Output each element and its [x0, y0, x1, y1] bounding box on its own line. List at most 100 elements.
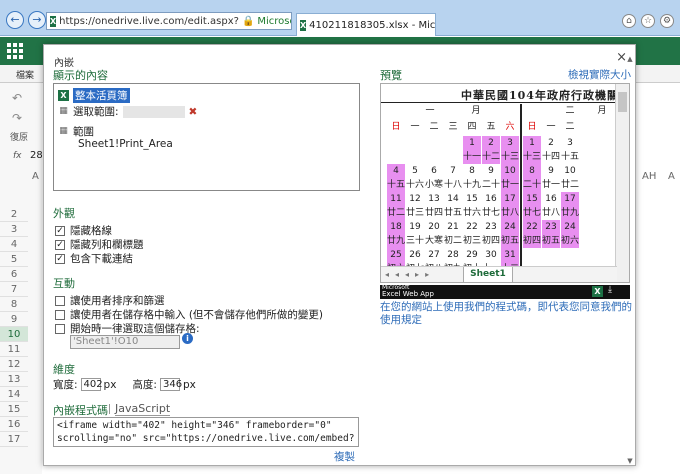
range-icon: ▦ — [59, 106, 68, 116]
calendar-preview: 中華民國104年政府行政機關 一月二月日一二三四五六日一二 1 2 3 十一 十二 十三 4 5… — [381, 84, 617, 266]
row-header[interactable]: 6 — [0, 267, 28, 282]
type-in-cells-checkbox[interactable]: 讓使用者在儲存格中輸入 (但不會儲存他們所做的變更) — [55, 307, 323, 322]
hide-gridlines-checkbox[interactable]: ✓ 隱藏格線 — [55, 223, 112, 238]
checkbox-box[interactable]: ✓ — [55, 225, 65, 236]
row-header[interactable]: 17 — [0, 432, 28, 447]
row-header[interactable]: 14 — [0, 387, 28, 402]
checkbox-box[interactable] — [55, 295, 65, 306]
calendar-day-cell — [561, 248, 579, 262]
gear-icon[interactable]: ⚙ — [660, 14, 674, 28]
calendar-day-cell: 廿七 — [482, 208, 501, 218]
content-listbox[interactable]: X 整本活頁簿 ▦ 選取範圍: ✖ ▦ 範圍 Sheet1!Print_Area — [53, 83, 360, 191]
calendar-day-cell: 8 — [523, 164, 541, 178]
list-item-selection[interactable]: ▦ 選取範圍: ✖ — [58, 104, 197, 119]
scroll-up-icon[interactable]: ▲ — [624, 55, 636, 63]
terms-text[interactable]: 在您的網站上使用我們的程式碼，即代表您同意我們的使用規定 — [380, 301, 632, 327]
calendar-weekday: 二 — [565, 122, 575, 132]
calendar-day-cell: 2 — [548, 138, 554, 148]
file-tab[interactable]: 檔案 — [16, 68, 34, 81]
calendar-day-cell: 十二 — [482, 150, 501, 164]
sort-filter-checkbox[interactable]: 讓使用者排序和篩選 — [55, 293, 165, 308]
checkbox-box[interactable] — [55, 323, 65, 334]
calendar-day-cell: 4 — [387, 164, 405, 178]
calendar-day-cell: 1 — [463, 136, 481, 150]
interaction-heading: 互動 — [53, 277, 75, 290]
calendar-day-cell: 初二 — [444, 236, 463, 246]
embed-dialog: 內嵌 × 顯示的內容 X 整本活頁簿 ▦ 選取範圍: ✖ ▦ 範圍 Sheet1… — [43, 44, 636, 466]
undo-icon[interactable]: ↶ — [12, 91, 22, 105]
row-header[interactable]: 9 — [0, 312, 28, 327]
back-arrow-icon: ← — [10, 13, 20, 26]
calendar-day-cell: 廿八 — [501, 206, 520, 220]
row-header[interactable]: 12 — [0, 357, 28, 372]
row-header[interactable]: 3 — [0, 222, 28, 237]
embed-code-tab[interactable]: 內嵌程式碼 — [53, 402, 108, 418]
forward-button[interactable]: → — [28, 11, 46, 29]
view-actual-size-link[interactable]: 檢視實際大小 — [568, 67, 631, 82]
dimensions-heading: 維度 — [53, 363, 75, 376]
calendar-day-cell: 十八 — [444, 180, 463, 190]
home-icon[interactable]: ⌂ — [622, 14, 636, 28]
lock-icon: 🔒 — [241, 15, 255, 27]
row-header[interactable]: 4 — [0, 237, 28, 252]
remove-x-icon[interactable]: ✖ — [189, 106, 198, 118]
calendar-day-cell: 24 — [561, 220, 579, 234]
scroll-down-icon[interactable]: ▼ — [624, 457, 636, 465]
dialog-scrollbar[interactable]: ▲ ▼ — [624, 55, 636, 465]
row-header[interactable]: 2 — [0, 207, 28, 222]
download-icon[interactable]: ⤓ — [608, 285, 612, 295]
row-header[interactable]: 13 — [0, 372, 28, 387]
row-header[interactable]: 5 — [0, 252, 28, 267]
row-header[interactable]: 10 — [0, 327, 28, 342]
star-icon[interactable]: ☆ — [641, 14, 655, 28]
calendar-day-cell: 23 — [542, 220, 560, 234]
start-cell-checkbox[interactable]: 開始時一律選取這個儲存格: — [55, 321, 200, 336]
calendar-day-cell: 15 — [466, 194, 478, 204]
calendar-day-cell: 7 — [450, 166, 456, 176]
checkbox-box[interactable]: ✓ — [55, 253, 65, 264]
calendar-day-cell: 21 — [447, 222, 459, 232]
hide-headers-checkbox[interactable]: ✓ 隱藏列和欄標題 — [55, 237, 144, 252]
row-headers: 2 3 4 5 6 7 8 9 10 11 12 13 14 15 16 17 — [0, 207, 28, 447]
redo-icon[interactable]: ↷ — [12, 111, 22, 125]
sheet-nav-arrows[interactable]: ◂◂◂▸▸ — [385, 270, 435, 279]
calendar-month-label: 二 — [565, 106, 575, 116]
checkbox-box[interactable] — [55, 309, 65, 320]
calendar-day-cell: 29 — [466, 250, 478, 260]
start-cell-input[interactable]: 'Sheet1'!O10 — [70, 335, 180, 349]
browser-tab[interactable]: X 410211818305.xlsx - Micr... × — [296, 13, 436, 36]
excel-left-area: ↶ ↷ 復原 fx 28 A 2 3 4 5 6 7 8 9 10 11 12 13 14 15 16 17 — [0, 83, 43, 474]
height-input[interactable]: 346 — [159, 378, 182, 391]
row-header[interactable]: 15 — [0, 402, 28, 417]
forward-arrow-icon: → — [32, 13, 42, 26]
list-item-print-area[interactable]: Sheet1!Print_Area — [78, 138, 173, 150]
back-button[interactable]: ← — [6, 11, 24, 29]
calendar-day-cell: 廿九 — [561, 206, 580, 220]
width-input[interactable]: 402 — [80, 378, 103, 391]
row-header[interactable]: 11 — [0, 342, 28, 357]
calendar-day-cell: 15 — [523, 192, 541, 206]
javascript-tab[interactable]: JavaScript — [115, 402, 171, 416]
download-link-checkbox[interactable]: ✓ 包含下載連結 — [55, 251, 133, 266]
calendar-day-cell: 廿九 — [387, 234, 406, 248]
sheet-tab[interactable]: Sheet1 — [463, 267, 513, 282]
calendar-month-label: 月 — [471, 106, 481, 116]
calendar-day-cell: 24 — [501, 220, 519, 234]
calendar-day-cell: 初五 — [501, 234, 520, 248]
header-rule — [381, 102, 617, 103]
row-header[interactable]: 16 — [0, 417, 28, 432]
row-header[interactable]: 7 — [0, 282, 28, 297]
info-icon[interactable]: i — [182, 333, 193, 344]
list-item-workbook[interactable]: X 整本活頁簿 — [58, 88, 130, 103]
calendar-day-cell: 廿八 — [542, 208, 561, 218]
checkbox-box[interactable]: ✓ — [55, 239, 65, 250]
list-item-range[interactable]: ▦ 範圍 — [58, 124, 94, 139]
embed-code-textarea[interactable]: <iframe width="402" height="346" framebo… — [53, 417, 359, 447]
calendar-day-cell: 11 — [387, 192, 405, 206]
app-launcher-icon[interactable] — [7, 43, 23, 59]
row-header[interactable]: 8 — [0, 297, 28, 312]
copy-link[interactable]: 複製 — [334, 449, 355, 464]
address-bar[interactable]: X https://onedrive.live.com/edit.aspx? 🔒… — [46, 12, 292, 30]
calendar-day-cell: 5 — [412, 166, 418, 176]
calendar-weekday: 六 — [505, 122, 515, 132]
